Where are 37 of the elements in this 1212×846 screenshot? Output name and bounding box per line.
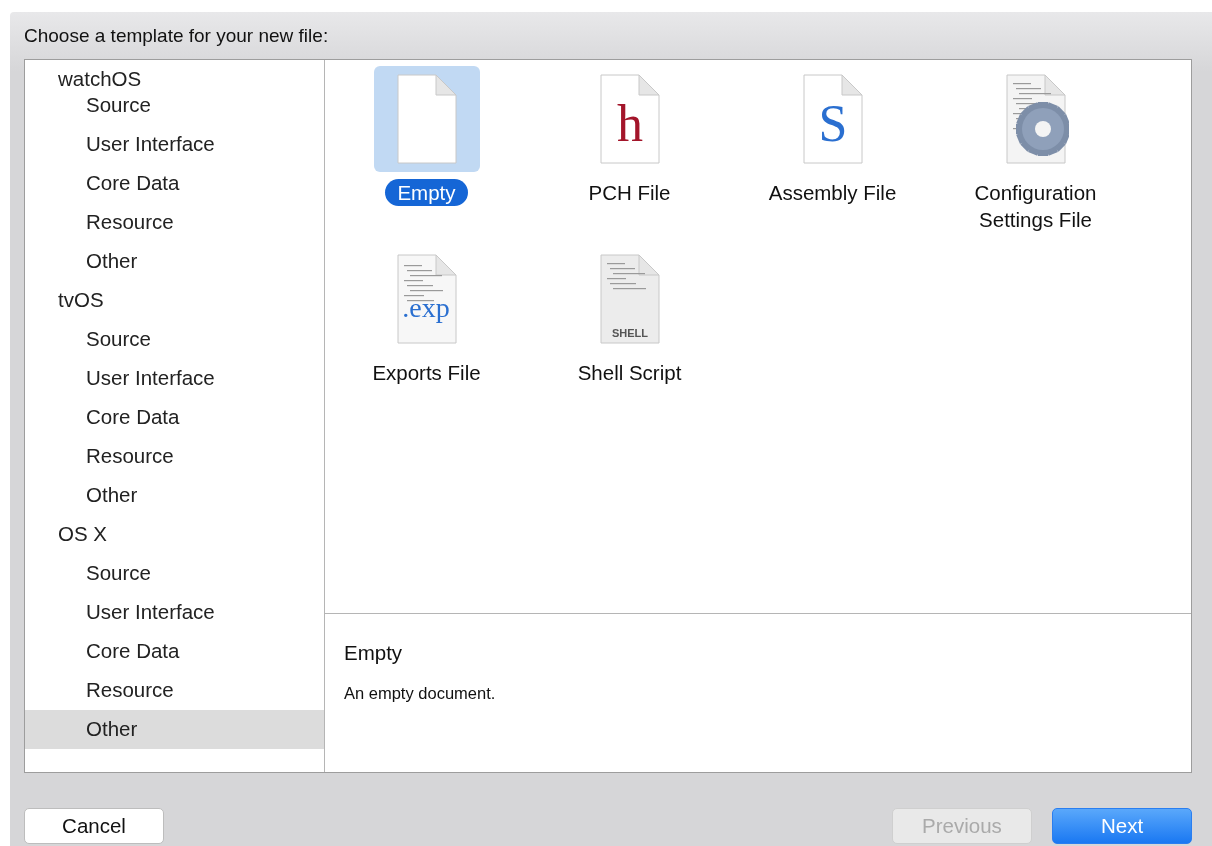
file-type-letter: S (818, 95, 847, 152)
template-label: Empty (385, 179, 468, 206)
template-tile[interactable]: S (779, 66, 886, 172)
template-label: Configuration Settings File (973, 180, 1098, 233)
category-item[interactable]: Source (25, 554, 324, 593)
document-icon (803, 74, 862, 164)
platform-header: OS X (57, 521, 108, 548)
template-tile[interactable]: h (576, 66, 683, 172)
platform-header: tvOS (57, 287, 105, 314)
template-label: Exports File (371, 360, 482, 386)
category-item[interactable]: Resource (25, 671, 324, 710)
template-tile[interactable]: .exp (373, 246, 480, 352)
category-item[interactable]: Source (25, 86, 324, 125)
template-label: PCH File (587, 180, 672, 206)
template-tile[interactable] (373, 66, 480, 172)
category-item[interactable]: User Interface (25, 125, 324, 164)
category-item[interactable]: User Interface (25, 359, 324, 398)
document-icon (600, 74, 659, 164)
category-item[interactable]: Resource (25, 437, 324, 476)
template-label: Assembly File (767, 180, 898, 206)
category-item[interactable]: Source (25, 320, 324, 359)
template-tile[interactable]: SHELL (576, 246, 683, 352)
dialog-heading: Choose a template for your new file: (24, 24, 330, 48)
template-label: Shell Script (576, 360, 683, 386)
category-item[interactable]: Other (25, 710, 324, 749)
platform-header: watchOS (57, 66, 143, 86)
description-title: Empty (344, 640, 404, 666)
category-item[interactable]: Other (25, 242, 324, 281)
description-text: An empty document. (344, 682, 497, 704)
category-item[interactable]: Core Data (25, 632, 324, 671)
category-item[interactable]: User Interface (25, 593, 324, 632)
category-item[interactable]: Core Data (25, 398, 324, 437)
category-item[interactable]: Other (25, 476, 324, 515)
dialog-button[interactable]: Cancel (24, 808, 164, 844)
category-item[interactable]: Core Data (25, 164, 324, 203)
file-type-letter: h (616, 95, 643, 152)
category-item[interactable]: Resource (25, 203, 324, 242)
